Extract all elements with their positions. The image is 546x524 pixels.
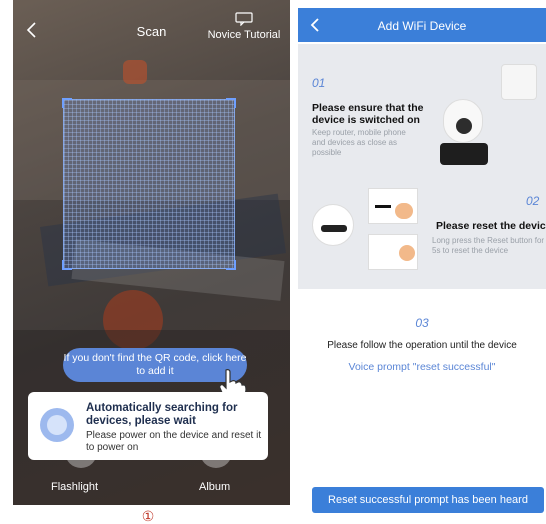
- step2-number: 02: [526, 194, 540, 208]
- novice-tutorial-label: Novice Tutorial: [207, 29, 281, 41]
- step1-number: 01: [312, 76, 326, 90]
- add-wifi-device-screen: Add WiFi Device 01 Please ensure that th…: [298, 8, 546, 516]
- add-device-top-bar: Add WiFi Device: [298, 8, 546, 42]
- round-device-image: [312, 204, 354, 246]
- step-marker: ①: [141, 508, 155, 524]
- search-status-title: Automatically searching for devices, ple…: [86, 402, 238, 427]
- step3-title: Please follow the operation until the de…: [327, 340, 517, 351]
- novice-tutorial-button[interactable]: Novice Tutorial: [204, 12, 284, 41]
- step1-desc: Keep router, mobile phone and devices as…: [312, 128, 406, 157]
- radar-search-icon: [40, 408, 74, 442]
- screenshot-root: Scan Novice Tutorial If you don't find t…: [0, 0, 546, 524]
- flashlight-label[interactable]: Flashlight: [51, 481, 98, 493]
- auto-search-card: Automatically searching for devices, ple…: [28, 392, 268, 460]
- step3-desc: Voice prompt "reset successful": [348, 361, 496, 373]
- camera-device-image: [443, 99, 483, 143]
- album-label[interactable]: Album: [199, 481, 230, 493]
- instruction-illustration: 01 Please ensure that the device is swit…: [298, 44, 546, 289]
- page-title: Add WiFi Device: [377, 19, 467, 33]
- step1-title: Please ensure that the device is switche…: [312, 102, 424, 126]
- phone-image: [440, 143, 488, 165]
- step3-number: 03: [415, 316, 429, 330]
- search-status-desc: Please power on the device and reset it …: [86, 430, 262, 453]
- step2-desc: Long press the Reset button for 5s to re…: [432, 236, 545, 255]
- scan-top-bar: Scan Novice Tutorial: [13, 0, 290, 60]
- chat-bubble-icon: [235, 12, 253, 26]
- qr-scan-frame: [62, 98, 236, 270]
- smart-plug-image: [501, 64, 537, 100]
- scan-screen: Scan Novice Tutorial If you don't find t…: [13, 0, 290, 505]
- reset-press-image: [368, 188, 418, 224]
- reset-hold-image: [368, 234, 418, 270]
- reset-heard-confirm-button[interactable]: Reset successful prompt has been heard: [312, 487, 544, 513]
- step2-title: Please reset the device: [436, 220, 546, 232]
